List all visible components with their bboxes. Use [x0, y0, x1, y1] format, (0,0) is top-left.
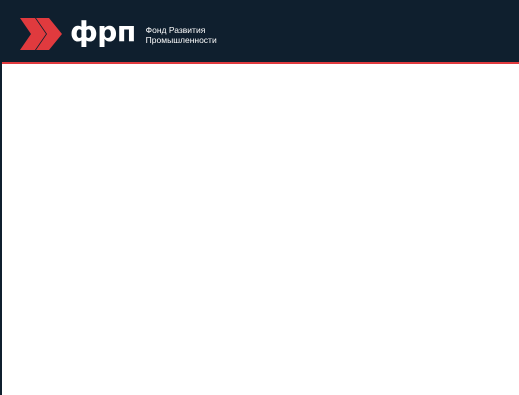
- logo-tagline: Фонд Развития Промышленности: [146, 25, 217, 45]
- main-content: [2, 64, 519, 395]
- site-header: фрп Фонд Развития Промышленности: [2, 0, 519, 64]
- logo-tagline-line1: Фонд Развития: [145, 25, 206, 35]
- double-chevron-right-icon: [20, 18, 62, 50]
- page: фрп Фонд Развития Промышленности: [0, 0, 519, 395]
- frp-logo[interactable]: фрп Фонд Развития Промышленности: [20, 17, 217, 51]
- logo-wordmark: фрп: [70, 15, 136, 48]
- logo-tagline-line2: Промышленности: [145, 35, 217, 45]
